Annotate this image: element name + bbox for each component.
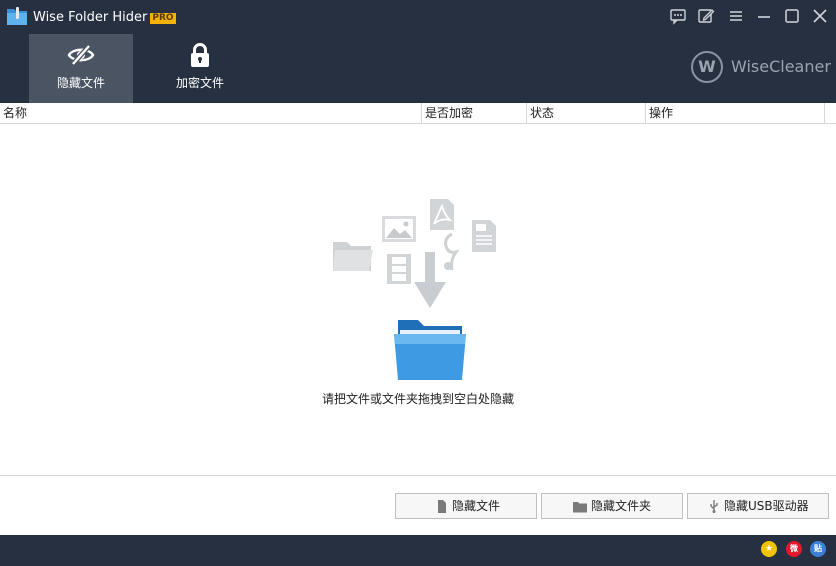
app-header: Wise Folder Hider PRO 隐藏文件 加密文件 W WiseCl… [0,0,836,103]
hide-usb-drive-label: 隐藏USB驱动器 [724,499,809,513]
file-icon [438,500,446,513]
lock-icon [191,43,209,67]
drop-hint-text: 请把文件或文件夹拖拽到空白处隐藏 [321,392,514,406]
wisecleaner-logo: W [691,51,723,83]
maximize-icon [785,9,799,23]
minimize-icon [758,16,770,18]
tieba-icon[interactable]: 贴 [810,541,826,557]
hide-folder-label: 隐藏文件夹 [591,499,652,513]
hide-usb-drive-button[interactable]: 隐藏USB驱动器 [687,493,829,519]
close-button[interactable] [811,7,829,25]
tab-hide-files-label: 隐藏文件 [56,76,105,90]
status-bar: ★ 微 贴 [0,535,836,566]
folder-icon [573,502,587,513]
minimize-button[interactable] [755,7,773,25]
drag-drop-illustration [333,199,496,380]
column-status[interactable]: 状态 [527,103,645,123]
window-title: Wise Folder Hider PRO [33,10,176,26]
arrow-down-icon [414,252,446,308]
star-rate-icon[interactable]: ★ [761,541,777,557]
column-name[interactable]: 名称 [0,103,421,123]
eye-slash-icon [67,44,95,66]
table-header: 名称 是否加密 状态 操作 [0,103,836,124]
weibo-icon[interactable]: 微 [786,541,802,557]
feedback-button[interactable] [669,7,687,25]
feedback-icon [670,9,686,25]
title-bar: Wise Folder Hider PRO [0,0,836,34]
document-file-icon [472,220,496,252]
edit-button[interactable] [697,7,715,25]
maximize-button[interactable] [783,7,801,25]
menu-icon [730,11,742,21]
column-divider[interactable] [824,103,825,123]
tab-hide-files[interactable]: 隐藏文件 [29,34,133,103]
menu-button[interactable] [727,7,745,25]
column-action[interactable]: 操作 [646,103,824,123]
tab-encrypt-files[interactable]: 加密文件 [148,34,252,103]
tab-encrypt-files-label: 加密文件 [175,76,224,90]
hide-folder-button[interactable]: 隐藏文件夹 [541,493,683,519]
close-icon [813,9,827,23]
action-bar: 隐藏文件 隐藏文件夹 隐藏USB驱动器 [0,475,836,535]
usb-icon [710,500,718,513]
pro-badge: PRO [150,13,176,24]
video-file-icon [387,254,411,284]
gray-folder-icon [333,242,373,271]
window-title-text: Wise Folder Hider [33,10,148,25]
edit-icon [698,9,715,23]
brand-name: WiseCleaner [731,57,831,76]
app-logo-icon [7,7,27,25]
hide-file-label: 隐藏文件 [452,499,501,513]
pdf-file-icon [430,199,454,230]
file-list-drop-zone[interactable]: 请把文件或文件夹拖拽到空白处隐藏 [0,124,836,475]
column-encrypted[interactable]: 是否加密 [422,103,526,123]
blue-folder-icon [394,320,466,380]
hide-file-button[interactable]: 隐藏文件 [395,493,537,519]
music-note-icon [444,232,460,271]
image-icon [382,216,416,242]
wisecleaner-brand[interactable]: W WiseCleaner [691,51,831,83]
